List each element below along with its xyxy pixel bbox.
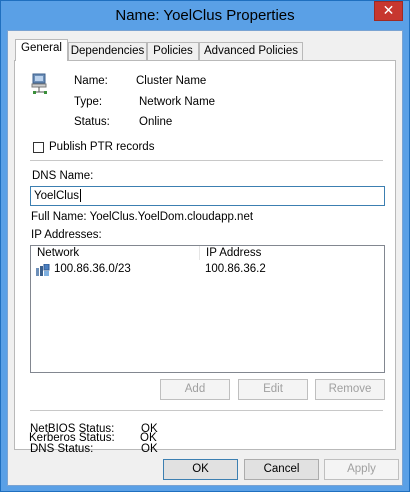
remove-button[interactable]: Remove [315,379,385,400]
tab-policies[interactable]: Policies [147,42,199,60]
publish-ptr-checkbox[interactable] [33,142,44,153]
column-header-network[interactable]: Network [31,246,200,260]
edit-button[interactable]: Edit [238,379,308,400]
ip-addresses-label: IP Addresses: [31,229,102,241]
general-tab-panel: Name: Cluster Name Type: Network Name St… [14,60,396,455]
type-value: Network Name [139,96,216,108]
table-row[interactable]: 100.86.36.0/23 100.86.36.2 [31,262,384,278]
ok-button[interactable]: OK [163,459,238,480]
publish-ptr-label[interactable]: Publish PTR records [49,141,154,153]
name-label: Name: [74,75,108,87]
add-button[interactable]: Add [160,379,230,400]
cancel-button[interactable]: Cancel [244,459,319,480]
status-value: Online [139,116,173,128]
ip-address-list[interactable]: Network IP Address 100.86.36.0/23 100.86… [30,245,385,373]
apply-button[interactable]: Apply [324,459,399,480]
dialog-client: General Dependencies Policies Advanced P… [7,30,403,486]
title-bar[interactable]: Name: YoelClus Properties ✕ [1,1,409,30]
divider [30,410,383,411]
network-icon [36,263,50,276]
type-label: Type: [74,96,103,108]
status-label: Status: [74,116,110,128]
kerberos-status-label: Kerberos Status: [29,432,115,444]
tab-advanced-policies[interactable]: Advanced Policies [199,42,303,60]
dns-name-value: YoelClus [34,190,79,202]
row-network: 100.86.36.0/23 [54,263,131,275]
column-header-ip-address[interactable]: IP Address [200,246,384,260]
kerberos-status-value: OK [140,432,157,444]
full-name-label: Full Name: YoelClus.YoelDom.cloudapp.net [31,211,254,223]
row-ip-address: 100.86.36.2 [205,263,266,275]
tab-general[interactable]: General [15,39,68,61]
network-name-icon [31,73,51,97]
tab-dependencies[interactable]: Dependencies [68,42,147,60]
dns-status-value: OK [141,443,158,455]
dns-name-label: DNS Name: [32,170,94,182]
divider [30,160,383,161]
properties-window: Name: YoelClus Properties ✕ General Depe… [0,0,410,492]
name-value: Cluster Name [136,75,207,87]
close-button[interactable]: ✕ [374,1,403,21]
dns-name-input[interactable]: YoelClus [30,186,385,206]
window-title: Name: YoelClus Properties [115,7,295,24]
text-caret [79,189,81,203]
dns-status-label: DNS Status: [30,443,94,455]
